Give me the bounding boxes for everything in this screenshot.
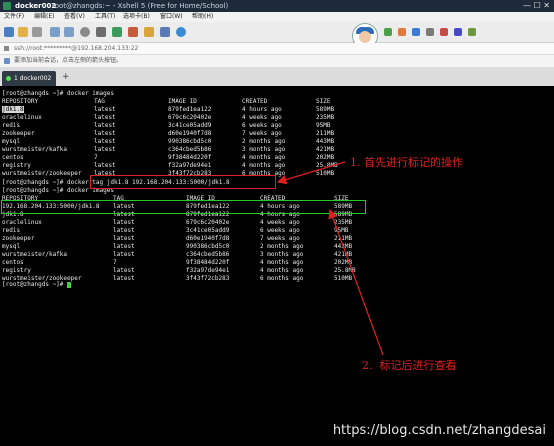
annotation-step1: 1. 首先进行标记的操作 <box>350 156 463 169</box>
annotation-arrows <box>276 161 384 356</box>
annotation-step2: 2. 标记后进行查看 <box>362 359 457 372</box>
arrow-to-tagged-image <box>328 208 384 356</box>
arrow-to-tag-command <box>276 161 346 185</box>
watermark: https://blog.csdn.net/zhangdesai <box>332 423 546 438</box>
